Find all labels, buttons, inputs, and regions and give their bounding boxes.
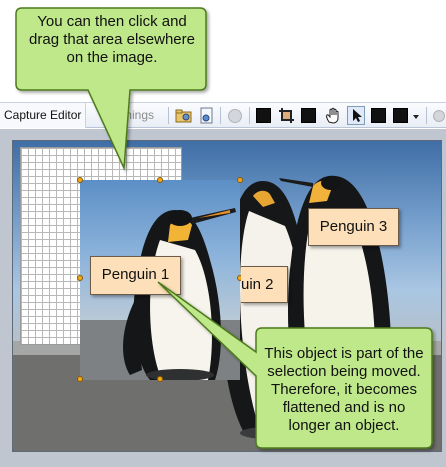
selection-handle[interactable] [157,177,163,183]
label-penguin-2[interactable]: uin 2 [241,266,288,303]
zoom-icon[interactable] [433,110,445,122]
document-camera-icon[interactable] [198,107,215,124]
chevron-down-icon[interactable] [411,109,421,126]
color-swatch-button[interactable] [393,108,408,123]
folder-camera-icon[interactable] [175,107,192,124]
bottom-callout-text: This object is part of the selection bei… [264,345,424,434]
pointer-icon[interactable] [347,106,365,125]
crop-icon[interactable] [278,107,295,124]
selection-handle[interactable] [237,177,243,183]
label-penguin-1[interactable]: Penguin 1 [90,256,181,295]
selection-handle[interactable] [77,376,83,382]
selection-handle[interactable] [77,275,83,281]
selection-handle[interactable] [77,177,83,183]
toolbar-separator [426,107,427,124]
capture-editor-toolbar: Capture Editor mings [0,102,446,128]
color-swatch-button[interactable] [256,108,271,123]
toolbar-separator [220,107,221,124]
hand-icon[interactable] [324,107,341,124]
label-penguin-3[interactable]: Penguin 3 [308,208,399,246]
selection-handle[interactable] [157,376,163,382]
tab-markings[interactable]: mings [122,108,154,122]
toolbar-separator [249,107,250,124]
color-swatch-button[interactable] [301,108,316,123]
color-swatch-button[interactable] [371,108,386,123]
top-callout-text: You can then click and drag that area el… [29,13,195,66]
toolbar-separator [168,107,169,124]
tab-capture-editor[interactable]: Capture Editor [0,103,86,128]
zoom-icon[interactable] [228,109,242,123]
